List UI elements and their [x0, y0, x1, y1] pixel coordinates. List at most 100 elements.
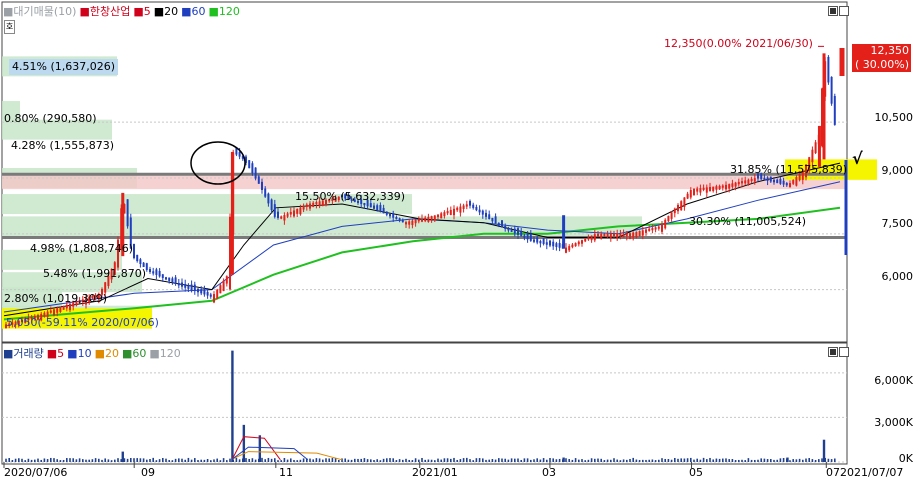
- legend-ma120: ■120: [208, 5, 240, 18]
- candle-body: [782, 180, 785, 185]
- candle-body: [792, 180, 795, 184]
- candle-body: [526, 233, 529, 240]
- candle-body: [542, 238, 545, 245]
- current-price-tag: 12,350 ( 30.00%): [852, 44, 911, 72]
- profile-label: 4.98% (1,808,746): [30, 242, 134, 255]
- candle-body: [184, 284, 187, 288]
- legend-vol-ma60: ■60: [121, 347, 147, 360]
- time-label-03: 03: [542, 466, 556, 479]
- candle-body: [286, 213, 289, 217]
- candle-body: [443, 212, 446, 217]
- candle-body: [497, 222, 500, 226]
- candle-body: [414, 219, 417, 224]
- time-label-11: 11: [279, 466, 293, 479]
- legend-vol-ma5: ■5: [46, 347, 65, 360]
- candle-body: [273, 204, 276, 217]
- spike-candle: [822, 53, 826, 160]
- candle-body: [203, 289, 206, 295]
- candle-body: [830, 76, 833, 104]
- candle-body: [728, 184, 731, 189]
- price-tick-7500: 7,500: [881, 217, 913, 230]
- profile-label: 31.85% (11,575,839): [730, 163, 848, 176]
- candle-body: [136, 254, 139, 262]
- candle-body: [689, 190, 692, 198]
- candle-body: [718, 185, 721, 190]
- legend-ma5: ■5: [133, 5, 151, 18]
- side-tab[interactable]: 호: [4, 20, 15, 34]
- candle-body: [478, 209, 481, 213]
- candle-body: [513, 228, 516, 234]
- candle-body: [747, 179, 750, 184]
- candle-body: [593, 234, 596, 241]
- candle-body: [523, 235, 526, 238]
- candle-body: [238, 151, 241, 157]
- candle-body: [635, 231, 638, 238]
- candle-body: [677, 204, 679, 212]
- candle-body: [254, 167, 257, 179]
- volume-tick-3000k: 3,000K: [874, 416, 913, 429]
- candle-body: [251, 163, 254, 174]
- candle-body: [549, 240, 551, 246]
- candle-body: [590, 235, 593, 241]
- profile-label: 5.48% (1,991,870): [43, 267, 147, 280]
- candle-body: [539, 241, 542, 244]
- candle-body: [827, 56, 830, 83]
- candle-body: [53, 309, 55, 316]
- candle-body: [744, 180, 747, 184]
- candle-body: [280, 216, 283, 219]
- candle-body: [248, 160, 251, 169]
- volume-panel-close-button[interactable]: [839, 347, 849, 357]
- candle-body: [465, 204, 468, 207]
- stock-chart[interactable]: [0, 0, 913, 480]
- candle-body: [632, 232, 635, 238]
- candle-body: [206, 291, 209, 296]
- high-price-annotation: 12,350(0.00% 2021/06/30): [664, 37, 813, 50]
- candle-body: [481, 210, 484, 215]
- candle-body: [197, 288, 199, 293]
- volume-legend: ■거래량 ■5 ■10 ■20 ■60 ■120: [3, 347, 184, 360]
- candle-body: [421, 218, 423, 222]
- price-panel-maximize-button[interactable]: [828, 6, 838, 16]
- candle-body: [56, 308, 59, 313]
- candle-body: [741, 181, 743, 184]
- candle-body: [456, 207, 459, 211]
- volume-panel-maximize-button[interactable]: [828, 347, 838, 357]
- candle-body: [200, 289, 203, 294]
- candle-body: [619, 233, 622, 237]
- candle-body: [533, 239, 535, 242]
- candle-body: [648, 228, 651, 232]
- candle-body: [776, 179, 779, 184]
- price-tick-10500: 10,500: [874, 111, 913, 124]
- price-legend: ■대기매물(10) ■한창산업 ■5 ■20 ■60 ■120: [3, 5, 243, 18]
- price-panel-close-button[interactable]: [839, 6, 849, 16]
- current-change: ( 30.00%): [854, 58, 909, 71]
- time-label-2021-01: 2021/01: [412, 466, 458, 479]
- spike-candle: [562, 215, 566, 249]
- candle-body: [417, 219, 420, 222]
- candle-body: [177, 282, 180, 286]
- time-label-end: 2021/07/07: [840, 466, 904, 479]
- candle-body: [651, 228, 654, 231]
- candle-body: [222, 280, 225, 292]
- candle-body: [171, 278, 174, 283]
- candle-body: [49, 310, 52, 313]
- candle-body: [789, 183, 791, 188]
- candle-body: [389, 214, 391, 217]
- candle-body: [750, 178, 753, 182]
- time-label-09: 09: [141, 466, 155, 479]
- candle-body: [437, 214, 439, 218]
- candle-body: [139, 259, 142, 265]
- candle-body: [469, 201, 471, 206]
- candle-body: [558, 242, 561, 248]
- price-tick-6000: 6,000: [881, 270, 913, 283]
- candle-body: [581, 240, 583, 244]
- candle-body: [795, 177, 798, 186]
- candle-body: [721, 185, 724, 188]
- candle-body: [405, 222, 407, 225]
- candle-body: [485, 212, 487, 217]
- candle-body: [609, 233, 612, 238]
- legend-vol-ma120: ■120: [149, 347, 181, 360]
- candle-body: [833, 96, 836, 125]
- candle-body: [574, 243, 577, 247]
- spike-candle: [230, 151, 234, 275]
